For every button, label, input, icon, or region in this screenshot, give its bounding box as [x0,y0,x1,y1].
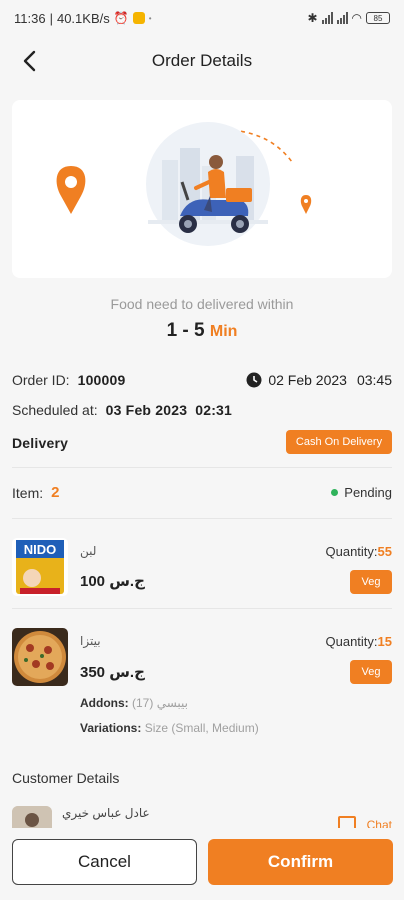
item-variations: Variations: Size (Small, Medium) [80,721,259,735]
order-time: 03:45 [356,372,392,388]
customer-details-title: Customer Details [12,770,120,786]
item-image [12,628,68,686]
dot-icon: • [148,13,152,23]
eta-range: 1 - 5 [166,320,205,341]
item-quantity: Quantity:55 [326,544,393,559]
chevron-left-icon [23,50,36,72]
order-item[interactable]: بيتزا 350 ج.س Quantity:15 Veg Addons: بي… [12,628,392,738]
clock-icon [246,372,262,388]
signal-icon-2 [336,12,348,24]
order-datetime: 02 Feb 2023 03:45 [246,372,392,388]
status-bar: 11:36 | 40.1KB/s ⏰ • ✱ ◠ 85 [0,0,404,36]
quantity-value: 55 [377,544,392,559]
battery-level: 85 [373,13,383,23]
item-price: 100 ج.س [80,573,145,590]
delivery-scooter-illustration [56,122,312,246]
status-dot-icon [331,489,339,496]
milk-product-image: NIDO [12,538,68,596]
item-count: 2 [51,484,60,501]
scheduled-label: Scheduled at: [12,402,98,418]
item-image: NIDO [12,538,68,596]
order-id-row: Order ID: 100009 02 Feb 2023 03:45 [12,372,392,388]
status-badge: Pending [331,485,392,500]
order-date: 02 Feb 2023 [268,372,347,388]
eta-unit: Min [209,323,238,340]
status-time: 11:36 [14,10,46,26]
divider [12,467,392,468]
delivery-illustration [12,100,392,278]
status-text: Pending [344,485,392,500]
destination-pin-icon [300,195,312,214]
wifi-icon: ◠ [351,11,362,25]
quantity-label: Quantity: [325,544,378,559]
veg-badge: Veg [350,570,392,594]
svg-text:NIDO: NIDO [24,542,57,557]
variations-label: Variations: [80,721,142,735]
eta-value: 1 - 5 Min [0,320,404,342]
item-addons: Addons: بيبسي (17) [80,696,188,710]
cancel-button[interactable]: Cancel [12,839,197,885]
alarm-icon: ⏰ [113,11,129,25]
scheduled-date: 03 Feb 2023 [105,402,188,418]
notification-icon [132,12,145,24]
status-net-speed: 40.1KB/s [56,10,110,26]
pizza-product-image [12,628,68,686]
divider [12,518,392,519]
veg-badge: Veg [350,660,392,684]
customer-name: عادل عباس خيري [62,806,150,820]
addons-label: Addons: [80,696,129,710]
order-id: 100009 [77,372,126,388]
order-type: Delivery [12,435,69,451]
item-name: بيتزا [80,634,101,648]
order-id-label: Order ID: [12,372,70,388]
confirm-button[interactable]: Confirm [208,839,393,885]
item-count-label: Item: [12,484,44,501]
app-header: Order Details [0,36,404,86]
quantity-value: 15 [377,634,392,649]
quantity-label: Quantity: [325,634,378,649]
back-button[interactable] [14,46,44,76]
divider [12,608,392,609]
signal-icon [321,12,333,24]
order-item[interactable]: NIDO لبن 100 ج.س Quantity:55 Veg [12,538,392,602]
scheduled-time: 02:31 [195,402,233,418]
bluetooth-icon: ✱ [307,11,318,25]
item-name: لبن [80,544,97,558]
addons-value: بيبسي (17) [132,696,188,710]
item-quantity: Quantity:15 [326,634,393,649]
location-pin-icon [56,166,86,214]
payment-method-badge: Cash On Delivery [286,430,392,454]
variations-value: Size (Small, Medium) [144,721,259,735]
battery-icon: 85 [366,12,390,24]
eta-label: Food need to delivered within [110,296,294,312]
page-title: Order Details [151,51,253,70]
scheduled-row: Scheduled at: 03 Feb 2023 02:31 [12,402,392,418]
item-price: 350 ج.س [80,664,145,681]
